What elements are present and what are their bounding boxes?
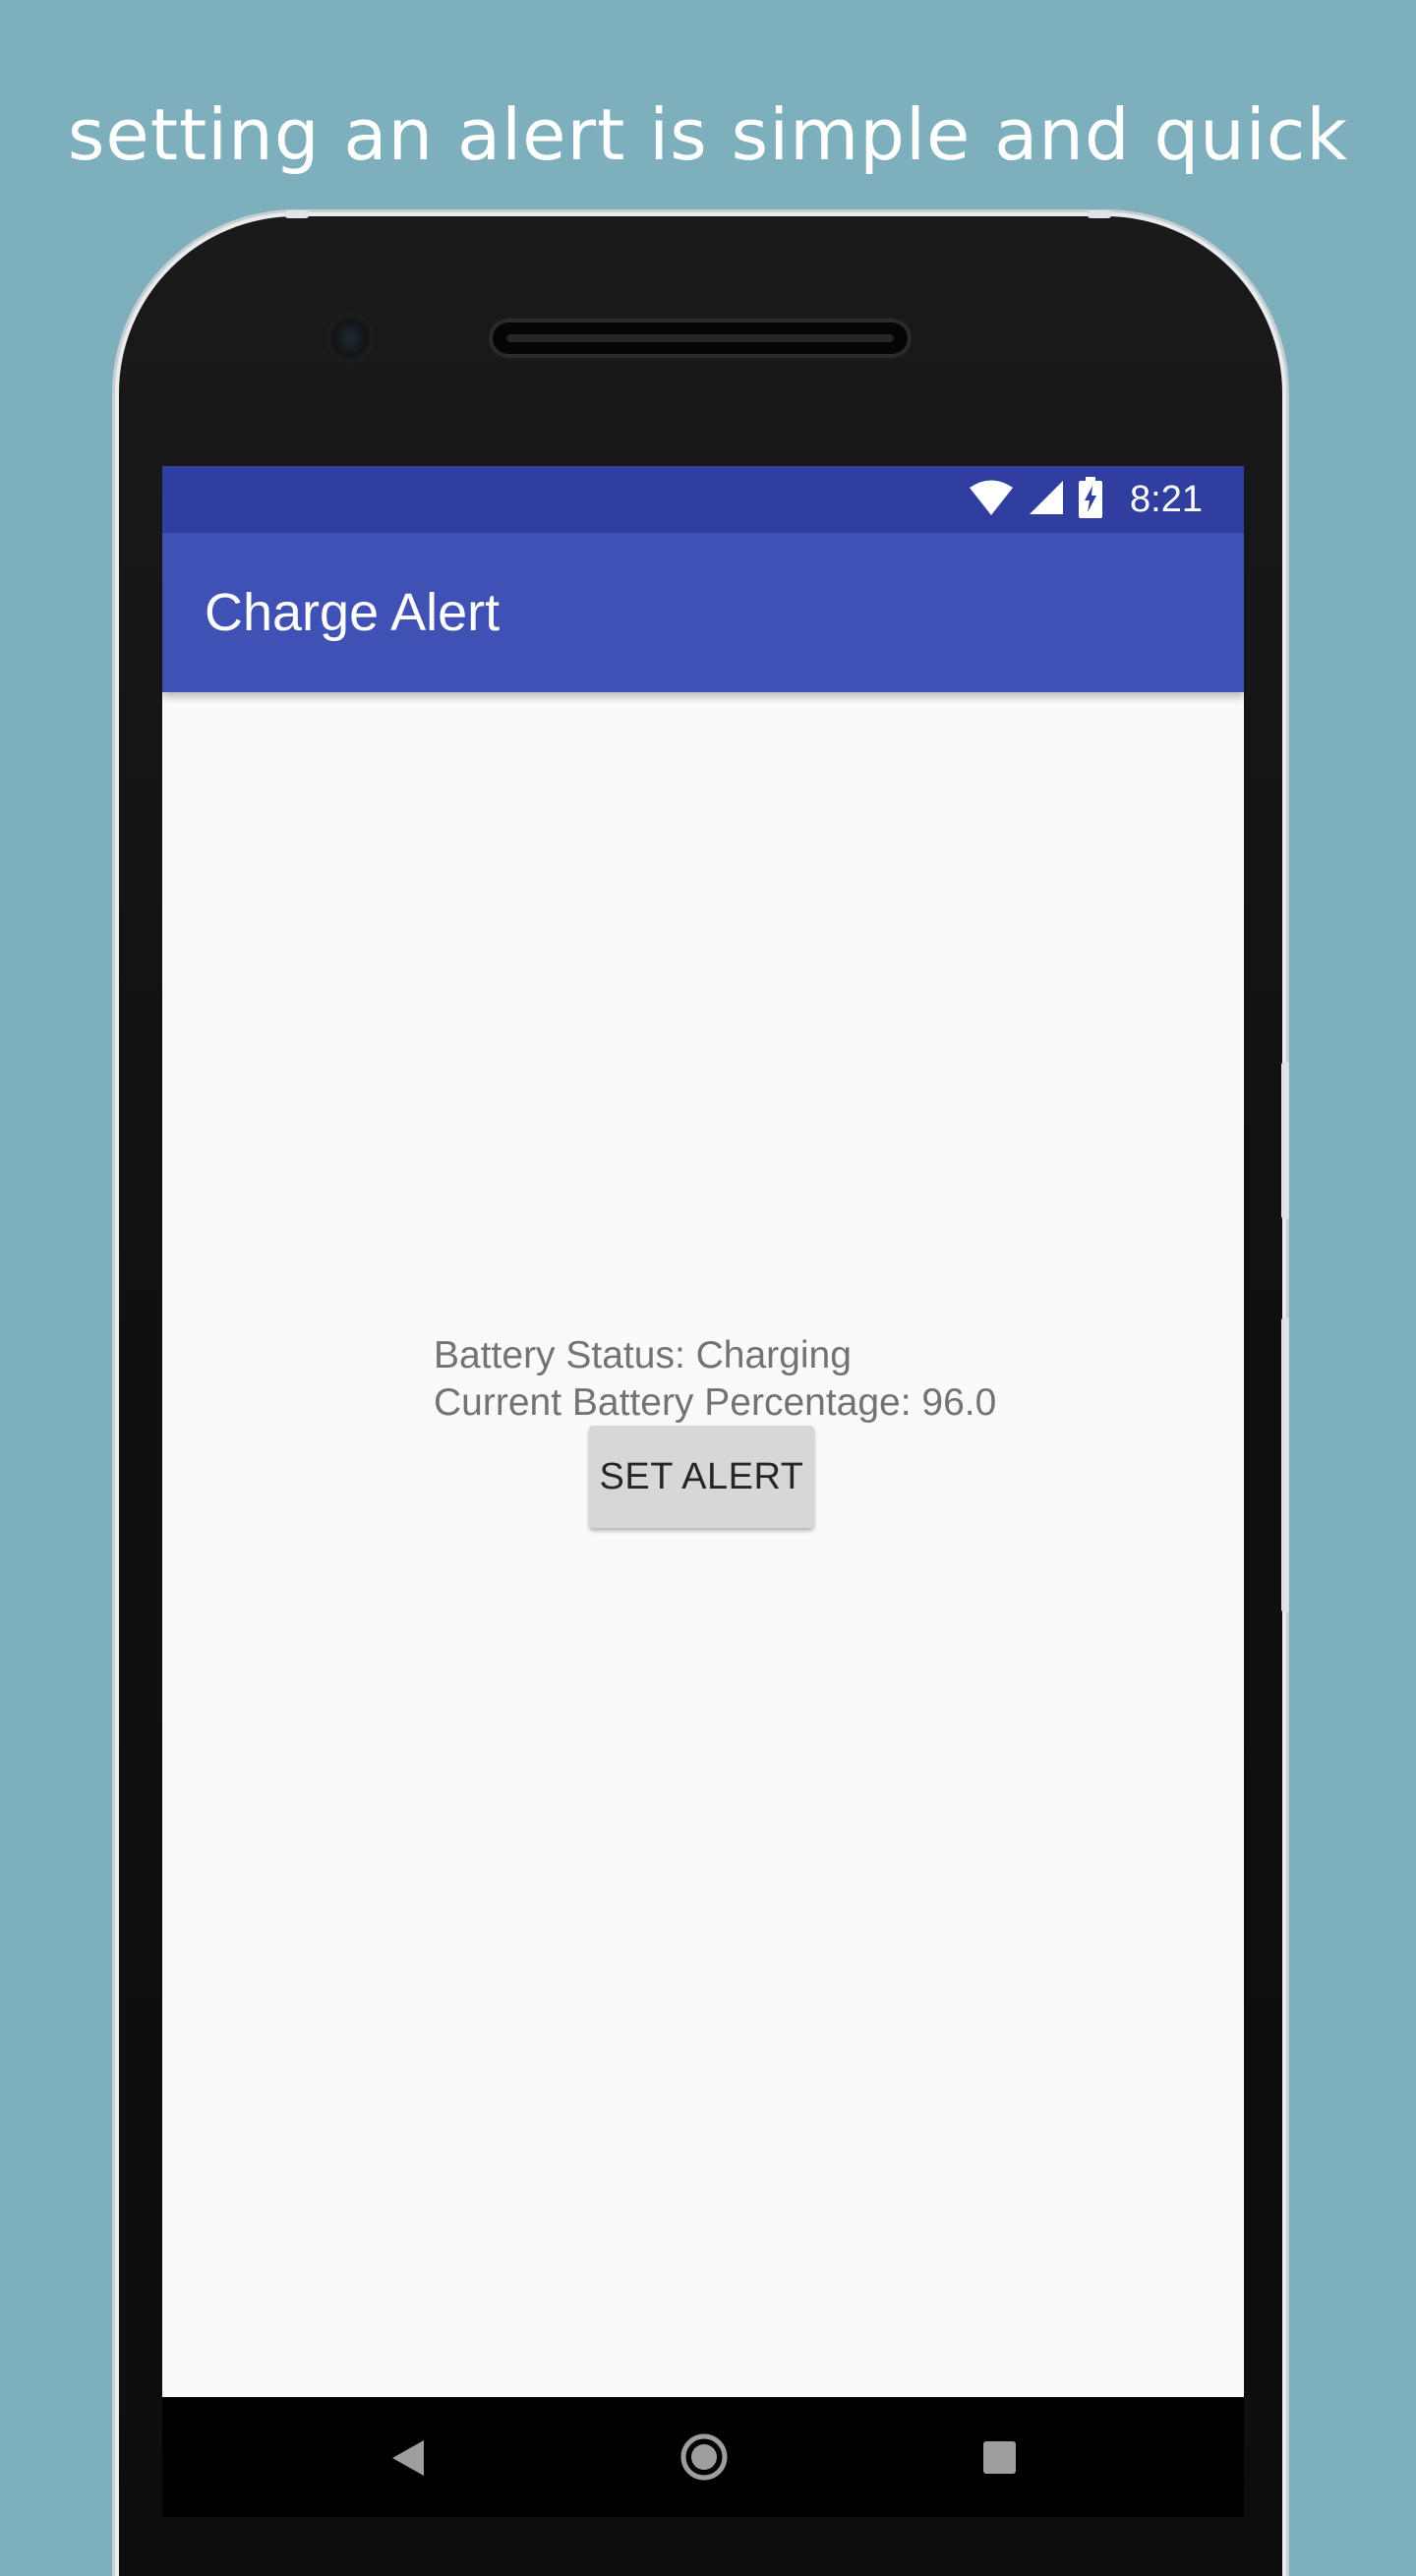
wifi-icon bbox=[969, 479, 1014, 520]
app-title: Charge Alert bbox=[205, 583, 501, 642]
battery-charging-icon bbox=[1079, 477, 1103, 522]
phone-side-button-lower bbox=[1281, 1317, 1289, 1612]
status-icons: 8:21 bbox=[969, 466, 1203, 533]
navigation-bar bbox=[162, 2397, 1244, 2517]
app-bar: Charge Alert bbox=[162, 533, 1244, 692]
battery-info: Battery Status: Charging Current Battery… bbox=[434, 1332, 996, 1427]
set-alert-button[interactable]: SET ALERT bbox=[589, 1426, 814, 1528]
cellular-signal-icon bbox=[1028, 479, 1065, 520]
status-time: 8:21 bbox=[1130, 478, 1203, 520]
status-bar: 8:21 bbox=[162, 466, 1244, 533]
home-icon[interactable] bbox=[679, 2432, 729, 2482]
recents-icon[interactable] bbox=[983, 2441, 1016, 2474]
phone-top-button-right bbox=[1088, 210, 1111, 218]
phone-screen: 8:21 Charge Alert Battery Status: Chargi… bbox=[162, 466, 1244, 2517]
front-camera bbox=[328, 317, 372, 360]
battery-status-text: Battery Status: Charging bbox=[434, 1334, 852, 1376]
phone-side-button-upper bbox=[1281, 1062, 1289, 1219]
phone-top-button-left bbox=[285, 210, 309, 218]
back-icon[interactable] bbox=[388, 2436, 428, 2480]
main-content: Battery Status: Charging Current Battery… bbox=[162, 692, 1244, 2403]
promo-caption: setting an alert is simple and quick bbox=[67, 93, 1349, 176]
battery-percentage-text: Current Battery Percentage: 96.0 bbox=[434, 1381, 997, 1424]
earpiece-speaker bbox=[489, 319, 912, 358]
